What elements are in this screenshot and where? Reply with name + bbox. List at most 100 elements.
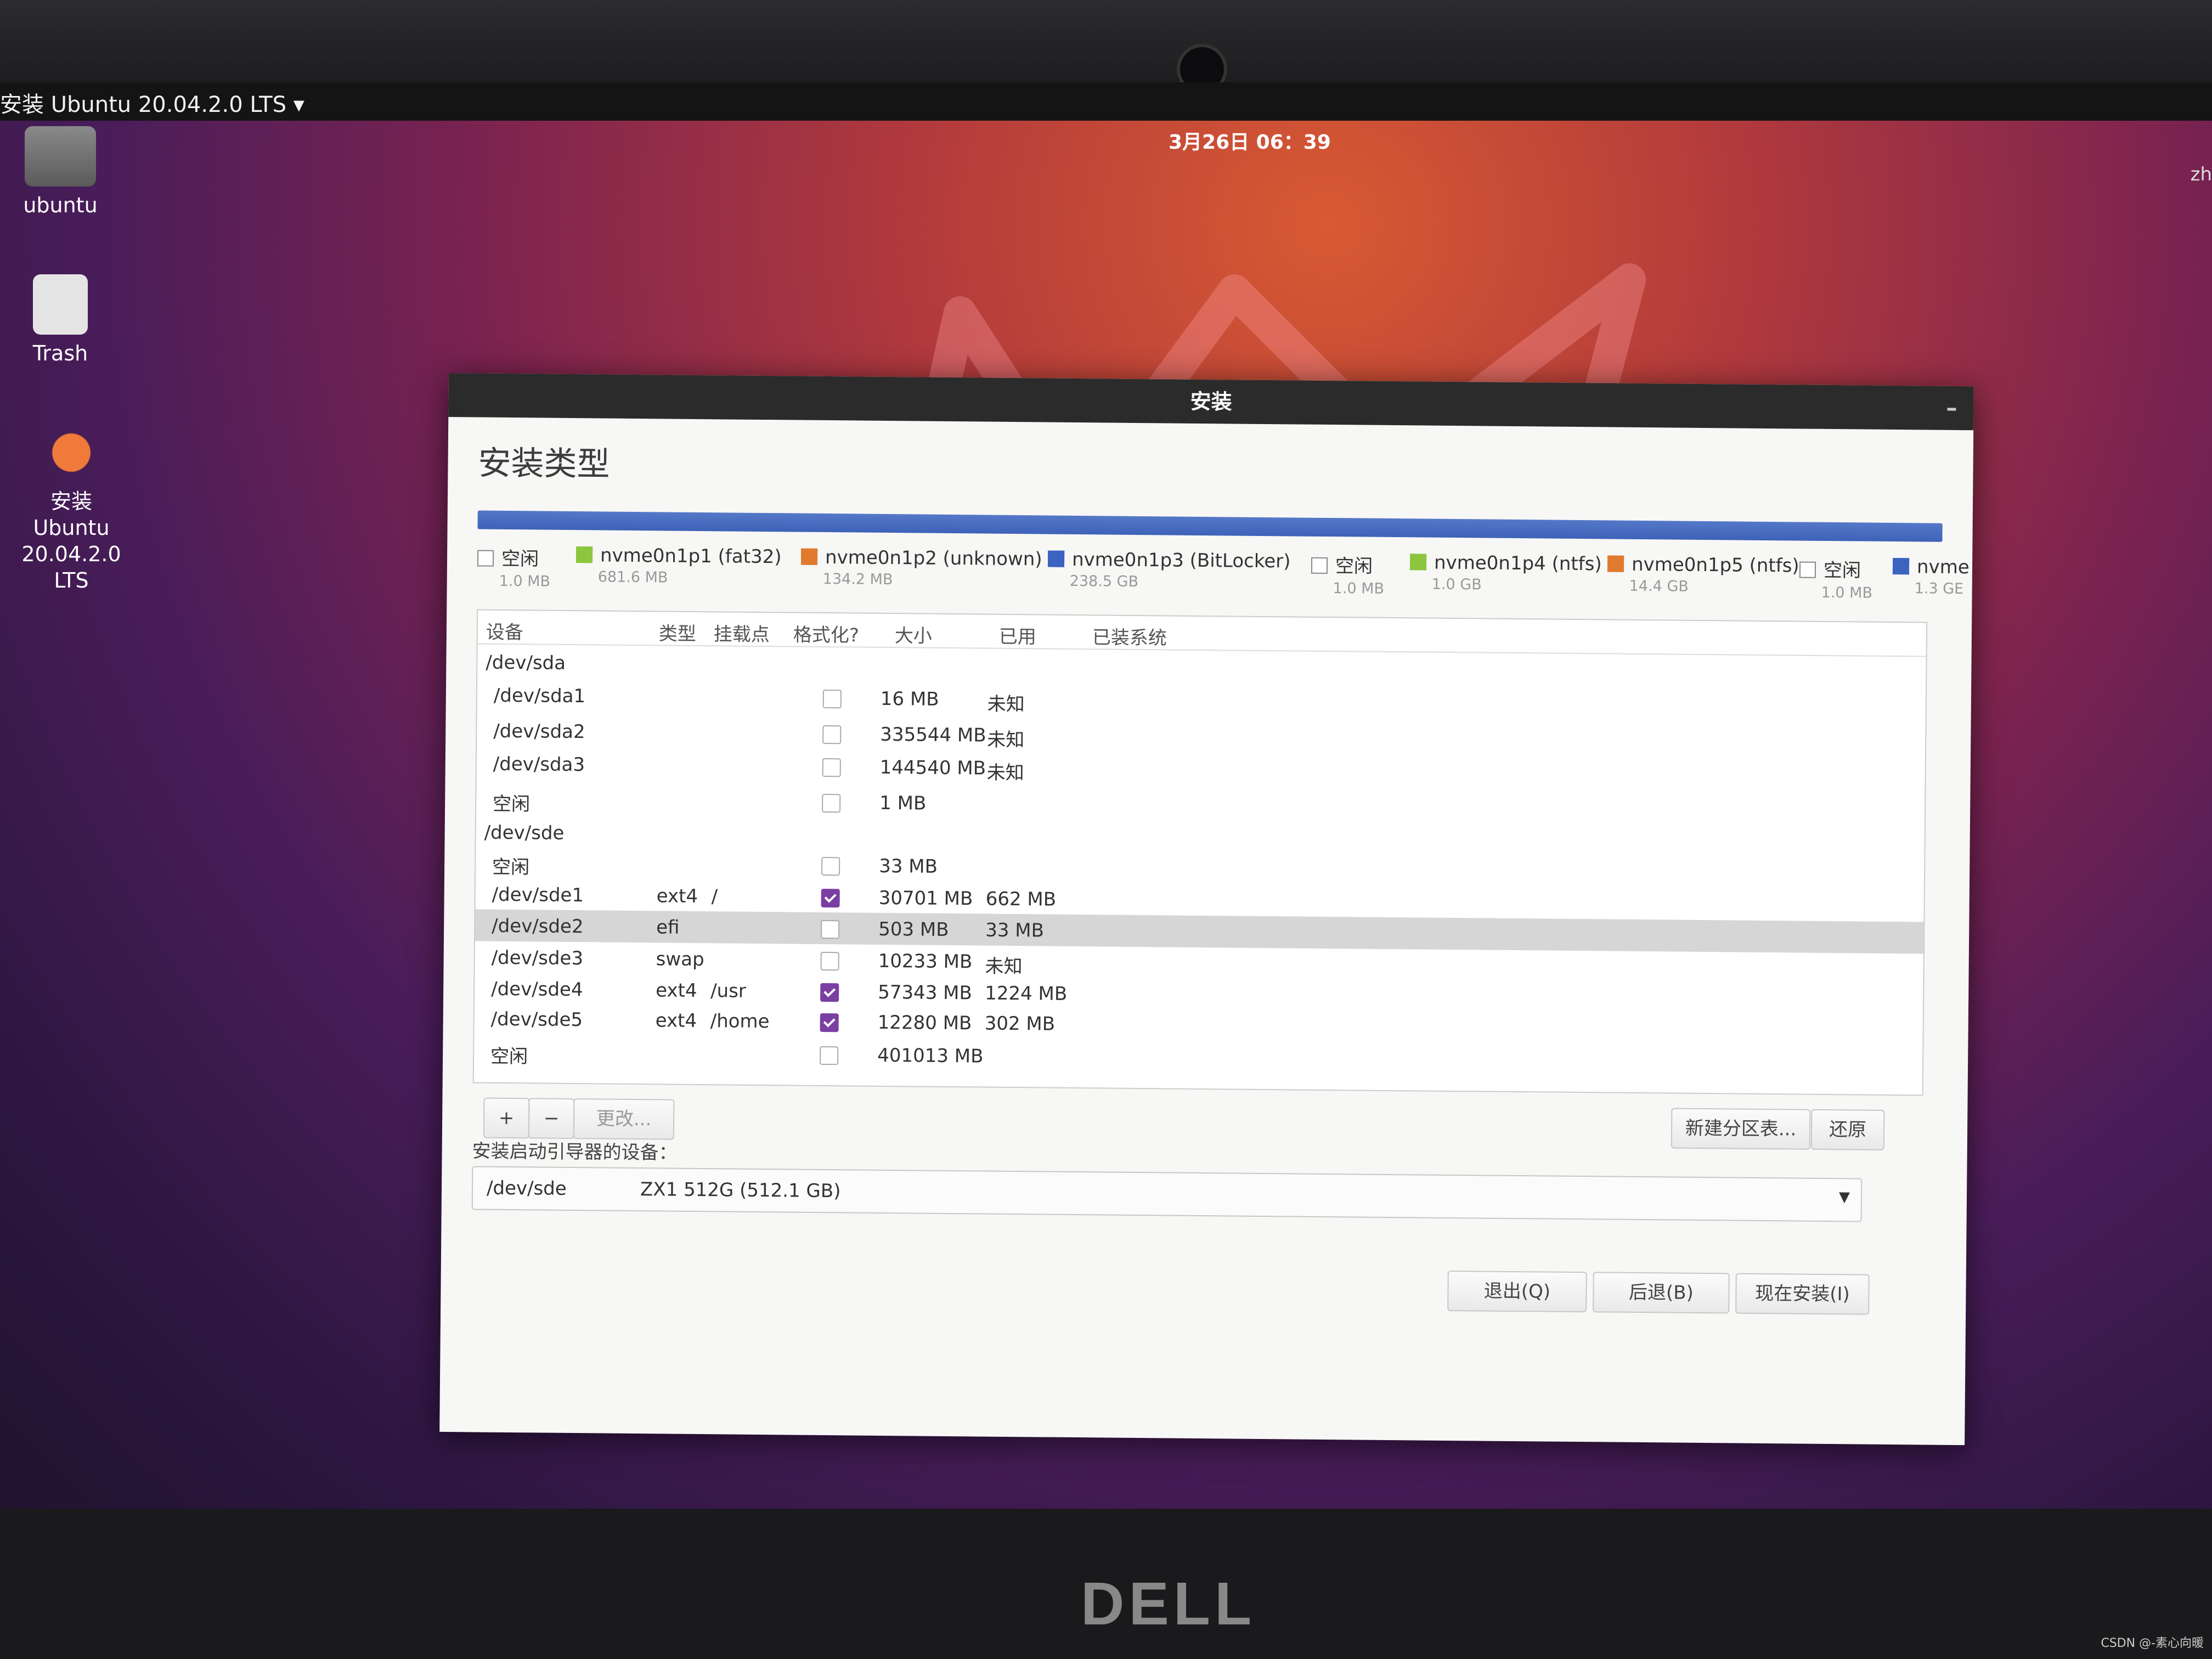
top-panel: 安装 Ubuntu 20.04.2.0 LTS ▾ [0, 82, 2212, 121]
legend-swatch-icon [800, 548, 818, 565]
size-cell: 144540 MB [879, 756, 986, 780]
install-now-button[interactable]: 现在安装(I) [1735, 1273, 1870, 1315]
partition-bar [477, 510, 1943, 542]
legend-size: 1.0 MB [1333, 580, 1385, 597]
watermark: CSDN @-素心向暖 [2101, 1637, 2204, 1650]
change-partition-button[interactable]: 更改... [573, 1098, 675, 1140]
device-cell: /dev/sde2 [492, 915, 584, 938]
used-cell: 未知 [986, 761, 1024, 785]
device-cell: /dev/sda [486, 651, 566, 674]
bootloader-device-select[interactable]: /dev/sde ZX1 512G (512.1 GB) ▼ [471, 1166, 1863, 1222]
legend-item: nvme0n1p3 (BitLocker) 238.5 GB [1047, 548, 1291, 592]
column-header[interactable]: 挂载点 [714, 619, 770, 646]
legend-swatch-icon [1799, 561, 1816, 578]
device-cell: /dev/sda3 [493, 753, 585, 776]
device-cell: /dev/sde4 [491, 978, 583, 1001]
legend-item: nvme 1.3 GE [1892, 556, 1970, 597]
legend-size: 134.2 MB [822, 570, 893, 589]
device-cell: 空闲 [492, 856, 530, 879]
device-cell: 空闲 [492, 793, 531, 816]
size-cell: 10233 MB [878, 950, 973, 973]
column-header[interactable]: 大小 [895, 620, 932, 648]
bootloader-label: 安装启动引导器的设备： [472, 1140, 678, 1164]
revert-button[interactable]: 还原 [1810, 1109, 1885, 1150]
mount-cell: /usr [710, 980, 747, 1002]
legend-item: nvme0n1p2 (unknown) 134.2 MB [800, 546, 1042, 590]
mount-cell: /home [710, 1010, 770, 1033]
format-checkbox[interactable] [821, 888, 840, 908]
clock[interactable]: 3月26日 06：39 [1169, 126, 1331, 155]
dialog-title: 安装 [1190, 389, 1232, 414]
format-checkbox[interactable] [820, 983, 839, 1002]
installer-label-2: 20.04.2.0 LTS [21, 542, 121, 592]
legend-size: 1.0 MB [499, 572, 551, 590]
format-checkbox[interactable] [822, 758, 841, 777]
desktop-screen: 安装 Ubuntu 20.04.2.0 LTS ▾ 3月26日 06：39 zh… [0, 82, 2212, 1509]
size-cell: 30701 MB [878, 887, 973, 910]
type-cell: swap [656, 948, 704, 971]
legend-name: 空闲 [1335, 555, 1373, 578]
quit-button[interactable]: 退出(Q) [1447, 1270, 1587, 1313]
bootloader-device-desc: ZX1 512G (512.1 GB) [640, 1178, 841, 1203]
legend-size: 14.4 GB [1629, 577, 1689, 595]
legend-item: nvme0n1p5 (ntfs) 14.4 GB [1607, 553, 1799, 596]
minimize-icon[interactable]: – [1946, 386, 1957, 430]
ubuntu-installer-icon [36, 422, 107, 483]
desktop-home-icon[interactable]: ubuntu [0, 126, 121, 218]
legend-item: 空闲 1.0 MB [1799, 555, 1873, 602]
page-title: 安装类型 [478, 444, 610, 484]
used-cell: 未知 [985, 955, 1023, 978]
format-checkbox[interactable] [821, 919, 840, 939]
installer-label-1: 安装 Ubuntu [33, 489, 110, 540]
size-cell: 12280 MB [877, 1011, 972, 1035]
format-checkbox[interactable] [820, 1013, 839, 1032]
new-partition-table-button[interactable]: 新建分区表... [1671, 1108, 1811, 1150]
add-partition-button[interactable]: + [483, 1097, 530, 1139]
format-checkbox[interactable] [820, 1046, 839, 1065]
mount-cell: / [711, 885, 718, 908]
format-checkbox[interactable] [822, 793, 841, 813]
device-cell: /dev/sde3 [491, 946, 584, 970]
legend-swatch-icon [1311, 557, 1328, 574]
size-cell: 401013 MB [877, 1044, 984, 1068]
legend-name: nvme0n1p4 (ntfs) [1434, 551, 1602, 575]
format-checkbox[interactable] [820, 951, 839, 971]
user-corner-label[interactable]: zh [2191, 163, 2212, 185]
size-cell: 57343 MB [878, 981, 972, 1005]
column-header[interactable]: 已用 [999, 622, 1036, 649]
type-cell: efi [656, 916, 680, 939]
device-cell: 空闲 [490, 1045, 528, 1068]
dell-logo: DELL [1081, 1570, 1256, 1638]
legend-size: 681.6 MB [597, 568, 668, 586]
laptop-bezel-top [0, 0, 2212, 94]
bootloader-device: /dev/sde [486, 1177, 567, 1200]
installer-dialog: 安装 – 安装类型 空闲 1.0 MB nvme0n1p1 (fat32) 681.… [439, 373, 1974, 1446]
legend-name: nvme0n1p5 (ntfs) [1631, 553, 1799, 577]
size-cell: 33 MB [879, 855, 938, 878]
legend-size: 1.0 MB [1821, 584, 1873, 602]
legend-item: 空闲 1.0 MB [1311, 551, 1385, 597]
legend-name: nvme0n1p3 (BitLocker) [1071, 548, 1291, 573]
device-cell: /dev/sda1 [493, 684, 586, 708]
used-cell: 1224 MB [984, 982, 1068, 1005]
column-header[interactable]: 格式化? [793, 619, 859, 647]
format-checkbox[interactable] [821, 856, 840, 876]
remove-partition-button[interactable]: − [528, 1098, 575, 1139]
used-cell: 302 MB [984, 1012, 1056, 1035]
desktop-trash-icon[interactable]: Trash [0, 274, 121, 366]
type-cell: ext4 [656, 885, 698, 907]
app-menu[interactable]: 安装 Ubuntu 20.04.2.0 LTS ▾ [0, 87, 304, 119]
dialog-titlebar: 安装 – [448, 373, 1974, 431]
back-button[interactable]: 后退(B) [1593, 1272, 1730, 1314]
format-checkbox[interactable] [822, 725, 842, 744]
column-header[interactable]: 类型 [659, 618, 696, 646]
device-cell: /dev/sde5 [490, 1008, 583, 1031]
format-checkbox[interactable] [822, 689, 842, 709]
column-header[interactable]: 设备 [486, 617, 523, 645]
desktop-installer-icon[interactable]: 安装 Ubuntu 20.04.2.0 LTS [11, 422, 132, 594]
used-cell: 33 MB [985, 919, 1045, 942]
legend-name: nvme0n1p2 (unknown) [825, 546, 1042, 571]
column-header[interactable]: 已装系统 [1092, 622, 1167, 650]
size-cell: 16 MB [880, 687, 939, 710]
chevron-down-icon: ▼ [1838, 1189, 1850, 1206]
